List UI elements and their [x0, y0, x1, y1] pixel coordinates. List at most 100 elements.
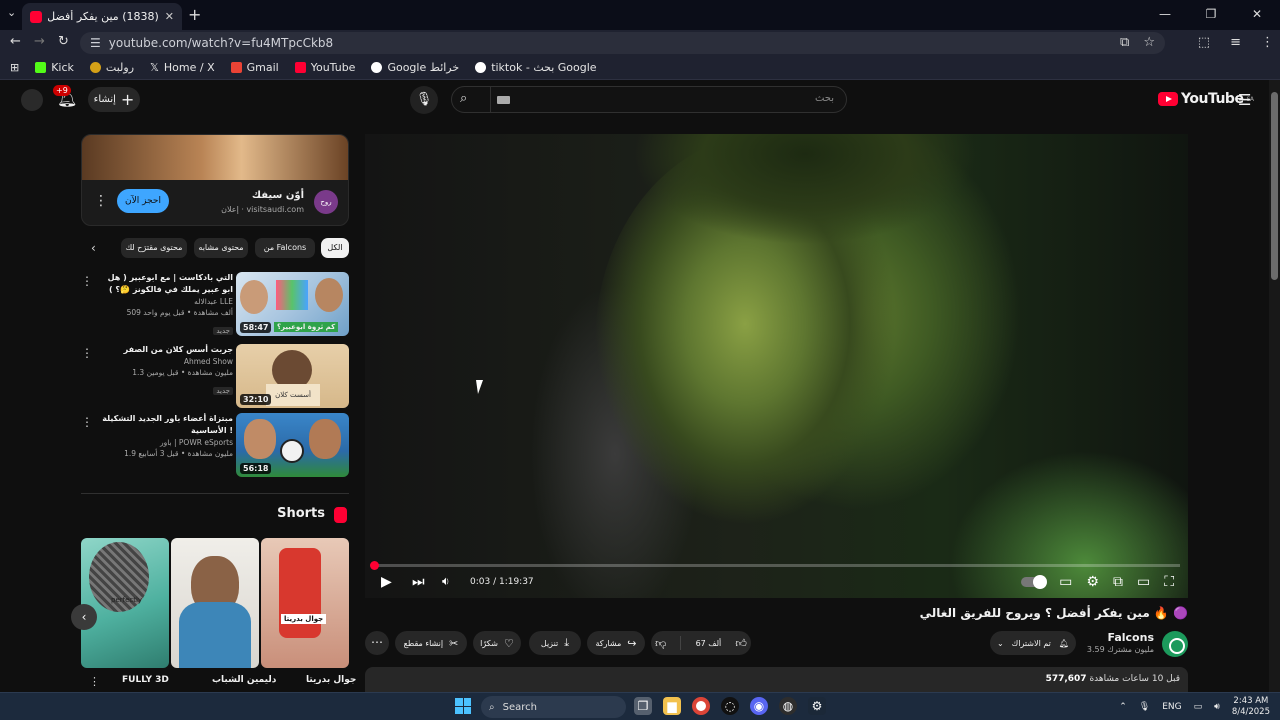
clock[interactable]: 2:43 AM 8/4/2025: [1232, 696, 1270, 718]
taskbar-search[interactable]: ⌕ Search: [481, 696, 626, 718]
bookmark-youtube[interactable]: YouTube: [294, 61, 355, 74]
bookmark-gmail[interactable]: Gmail: [230, 61, 279, 74]
more-actions-button[interactable]: ⋯: [365, 631, 389, 655]
app-badge-icon[interactable]: ◍: [779, 697, 797, 715]
recommended-video[interactable]: كم ثروة ابوعبير؟ 58:47 ⋮ التي بادكاست | …: [81, 272, 349, 336]
progress-scrubber[interactable]: [369, 561, 379, 570]
reload-icon[interactable]: ↻: [58, 34, 69, 49]
extensions-icon[interactable]: ⬚: [1198, 35, 1210, 50]
media-controls-icon[interactable]: ≡: [1230, 35, 1241, 50]
file-explorer-icon[interactable]: ▆: [663, 697, 681, 715]
bookmark-kick[interactable]: Kick: [35, 61, 74, 74]
channel-name[interactable]: Falcons: [1107, 631, 1154, 644]
autoplay-toggle[interactable]: [1021, 575, 1048, 589]
bookmark-google-maps[interactable]: Google خرائط: [371, 61, 459, 74]
thanks-button[interactable]: شكرًا ♡: [473, 631, 521, 655]
microphone-icon[interactable]: 🎙︎: [1139, 702, 1150, 712]
browser-menu-icon[interactable]: ⋮: [1261, 35, 1274, 50]
address-bar[interactable]: ☰ youtube.com/watch?v=fu4MTpcCkb8 ⧉ ☆: [80, 32, 1165, 54]
keyboard-icon[interactable]: [497, 96, 510, 104]
ad-card[interactable]: ⋮ احجز الآن أوّن سيفك إعلان · visitsaudi…: [81, 134, 349, 226]
video-thumbnail[interactable]: كم ثروة ابوعبير؟ 58:47: [236, 272, 349, 336]
video-more-icon[interactable]: ⋮: [81, 346, 93, 360]
clip-button[interactable]: إنشاء مقطع ✂: [395, 631, 467, 655]
theater-mode-icon[interactable]: ▭: [1137, 574, 1150, 590]
forward-arrow-icon[interactable]: →: [34, 34, 45, 49]
video-more-icon[interactable]: ⋮: [81, 274, 93, 288]
voice-search-mic-icon[interactable]: 🎙︎: [410, 86, 438, 114]
bookmark-rollbit[interactable]: رولبت: [89, 61, 134, 74]
language-indicator[interactable]: ENG: [1162, 702, 1181, 712]
notifications-bell-icon[interactable]: 🔔︎ +9: [53, 85, 77, 108]
chips-scroll-left-icon[interactable]: ‹: [91, 241, 96, 255]
subscribe-button[interactable]: ⌄ تم الاشتراك 🔔︎: [990, 631, 1076, 655]
steam-icon[interactable]: ⚙: [808, 697, 826, 715]
recommended-video[interactable]: 56:18 ⋮ مبتزاة أعضاء باور الجديد التشكيل…: [81, 413, 349, 477]
download-button[interactable]: تنزيل ⤓: [529, 631, 581, 655]
tray-expand-icon[interactable]: ⌃: [1119, 702, 1127, 712]
search-input[interactable]: ⌕ بحث: [451, 86, 847, 113]
play-icon[interactable]: ▶: [381, 574, 392, 590]
video-title[interactable]: جربت أسس كلان من الصفر: [99, 344, 233, 356]
ad-cta-button[interactable]: احجز الآن: [117, 189, 169, 213]
dislike-icon[interactable]: 👎︎: [655, 637, 666, 650]
short-card[interactable]: [171, 538, 259, 668]
share-button[interactable]: مشاركة ↪: [587, 631, 645, 655]
guide-menu-icon[interactable]: ☰: [1238, 91, 1251, 109]
bookmark-tiktok-search[interactable]: tiktok - بحث Google: [475, 61, 597, 74]
progress-bar[interactable]: [369, 561, 1180, 570]
short-title[interactable]: FULLY 3D: [122, 675, 169, 685]
miniplayer-icon[interactable]: ⧉: [1113, 574, 1123, 590]
close-window-button[interactable]: ✕: [1234, 0, 1280, 30]
description-box[interactable]: قبل 10 ساعات مشاهدة 577,607: [365, 667, 1188, 693]
restore-button[interactable]: ❐: [1188, 0, 1234, 30]
video-title[interactable]: التي بادكاست | مع ابوعبير ( هل ابو عبير …: [99, 272, 233, 296]
video-title[interactable]: مبتزاة أعضاء باور الجديد التشكيلة الأساس…: [99, 413, 233, 437]
cast-icon[interactable]: ⧉: [1120, 35, 1129, 50]
chrome-icon[interactable]: [692, 697, 710, 715]
new-tab-button[interactable]: +: [188, 5, 201, 24]
task-view-icon[interactable]: ❐: [634, 697, 652, 715]
apps-grid-icon[interactable]: ⊞: [10, 61, 19, 74]
speaker-icon[interactable]: 🔊︎: [1214, 702, 1220, 712]
like-icon[interactable]: 👍︎: [735, 637, 747, 650]
video-thumbnail[interactable]: أسست كلان 32:10: [236, 344, 349, 408]
chip-all[interactable]: الكل: [321, 238, 349, 258]
site-info-icon[interactable]: ☰: [90, 36, 101, 50]
bookmark-star-icon[interactable]: ☆: [1143, 35, 1155, 50]
back-arrow-icon[interactable]: ←: [10, 34, 21, 49]
page-scrollbar[interactable]: [1269, 80, 1280, 692]
next-video-icon[interactable]: ⏭: [412, 574, 425, 590]
minimize-button[interactable]: —: [1142, 0, 1188, 30]
volume-icon[interactable]: 🔉︎: [442, 574, 450, 589]
short-title[interactable]: دليمين الشباب: [212, 675, 276, 685]
like-count[interactable]: 67 ألف: [696, 639, 722, 648]
tab-search-chevron-icon[interactable]: ⌄: [7, 6, 16, 19]
short-card[interactable]: جوال بدريتا: [261, 538, 349, 668]
video-more-icon[interactable]: ⋮: [81, 415, 93, 429]
shorts-prev-button[interactable]: ‹: [71, 604, 97, 630]
settings-gear-icon[interactable]: ⚙: [1086, 574, 1099, 590]
recommended-video[interactable]: أسست كلان 32:10 ⋮ جربت أسس كلان من الصفر…: [81, 344, 349, 408]
network-icon[interactable]: ▭: [1194, 702, 1203, 712]
video-channel[interactable]: Ahmed Show: [99, 356, 233, 367]
ad-more-icon[interactable]: ⋮: [94, 193, 108, 209]
browser-tab-youtube[interactable]: (1838) مين يفكر أفضل ؟ ويروح ل ✕: [22, 3, 182, 30]
create-button[interactable]: إنشاء +: [88, 87, 140, 112]
app-circle-icon[interactable]: ◌: [721, 697, 739, 715]
chip-from-falcons[interactable]: من Falcons: [255, 238, 315, 258]
short-more-icon[interactable]: ⋮: [89, 675, 100, 688]
chip-suggested[interactable]: محتوى مقترَح لك: [121, 238, 187, 258]
video-channel[interactable]: عبدالاله LLE: [99, 296, 233, 307]
scrollbar-thumb[interactable]: [1271, 92, 1278, 280]
short-card[interactable]: perfectly: [81, 538, 169, 668]
video-channel[interactable]: باور | POWR eSports: [99, 437, 233, 448]
video-player[interactable]: ▶ ⏭ 🔉︎ 0:03 / 1:19:37 ▭ ⚙ ⧉ ▭ ⛶: [365, 134, 1188, 598]
video-thumbnail[interactable]: 56:18: [236, 413, 349, 477]
bookmark-x[interactable]: 𝕏 Home / X: [150, 61, 215, 74]
tab-close-icon[interactable]: ✕: [165, 10, 174, 23]
search-icon[interactable]: ⌕: [460, 91, 467, 106]
discord-icon[interactable]: ◉: [750, 697, 768, 715]
subtitles-icon[interactable]: ▭: [1059, 574, 1072, 590]
chip-related[interactable]: محتوى مشابه: [194, 238, 248, 258]
